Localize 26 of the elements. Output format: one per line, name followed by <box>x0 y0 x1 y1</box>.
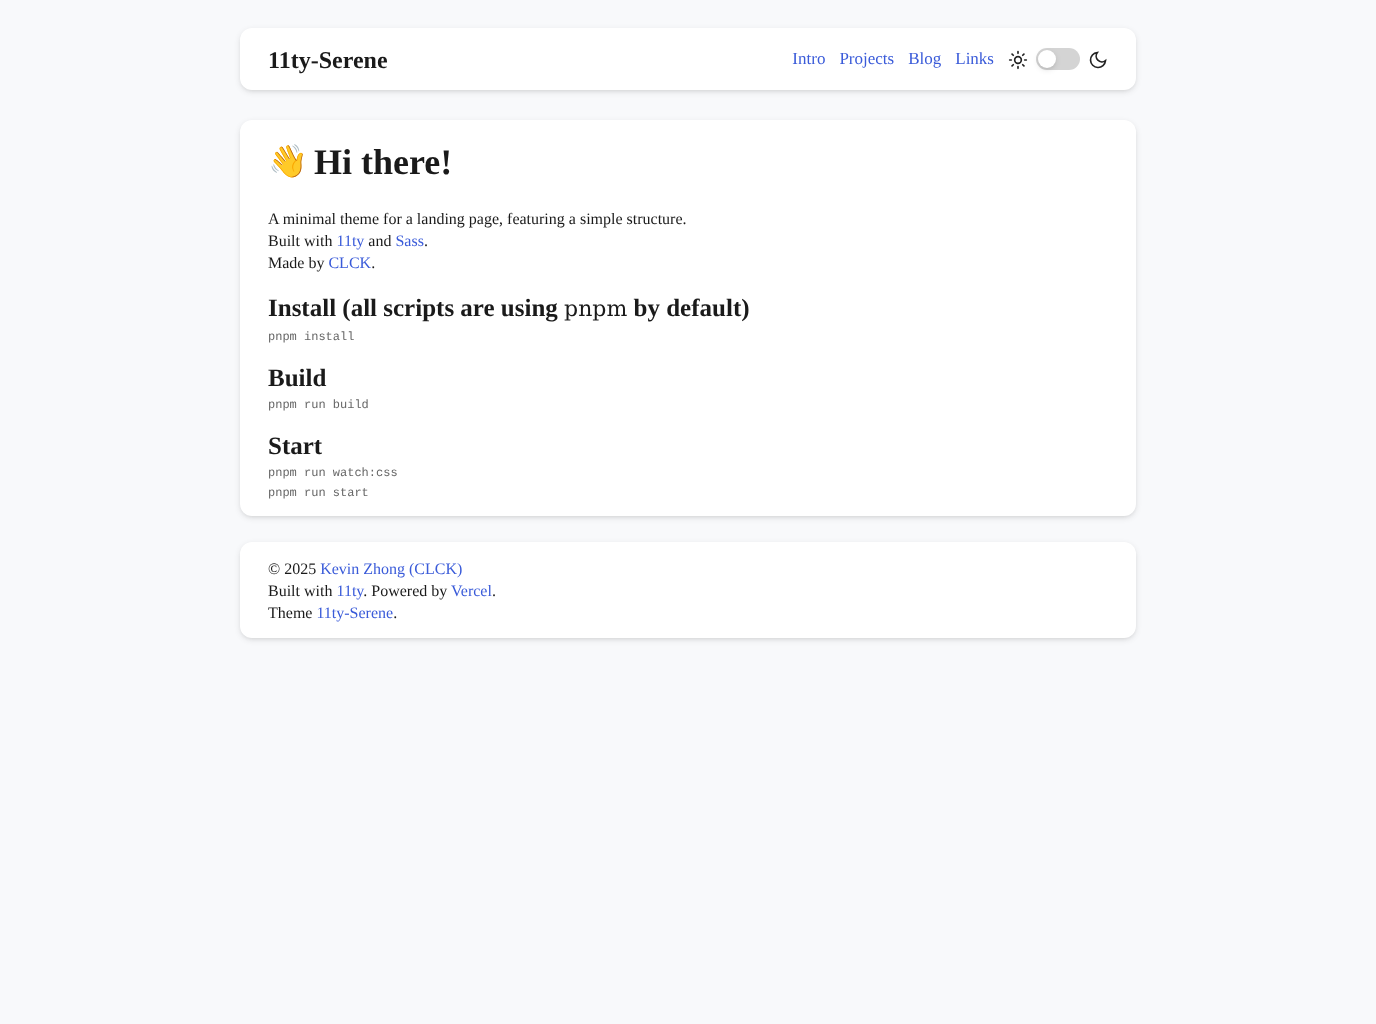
nav-link[interactable]: Links <box>955 46 994 72</box>
link[interactable]: 11ty <box>336 232 365 250</box>
section-heading: Build <box>268 362 329 394</box>
intro-text: Built with 11ty and Sass. <box>268 230 430 252</box>
intro-text: A minimal theme for a landing page, featuring a simple structure. <box>268 208 689 230</box>
section-heading: Start <box>268 430 325 462</box>
page-heading: Hi there! <box>314 140 453 186</box>
link[interactable]: Sass <box>395 232 424 250</box>
nav-link[interactable]: Projects <box>839 46 895 72</box>
section-heading: Install (all scripts are using pnpm by default) <box>268 292 752 326</box>
link[interactable]: Kevin Zhong (CLCK) <box>320 560 463 578</box>
nav-link[interactable]: Intro <box>792 46 826 72</box>
theme-toggle[interactable] <box>1036 48 1080 70</box>
site-title[interactable]: 11ty-Serene <box>268 41 388 77</box>
footer-text: Theme 11ty-Serene. <box>268 602 400 624</box>
footer-text: © 2025 Kevin Zhong (CLCK) <box>268 558 465 580</box>
waving-hand-emoji: 👋 <box>268 142 308 183</box>
moon-icon <box>1088 49 1108 69</box>
link[interactable]: 11ty <box>336 582 364 600</box>
link[interactable]: CLCK <box>328 254 372 272</box>
link[interactable]: 11ty-Serene <box>316 604 394 622</box>
sun-icon <box>1008 49 1028 69</box>
link[interactable]: Vercel <box>451 582 492 600</box>
intro-text: Made by CLCK. <box>268 252 378 274</box>
nav-link[interactable]: Blog <box>908 46 942 72</box>
footer-text: Built with 11ty. Powered by Vercel. <box>268 580 498 602</box>
